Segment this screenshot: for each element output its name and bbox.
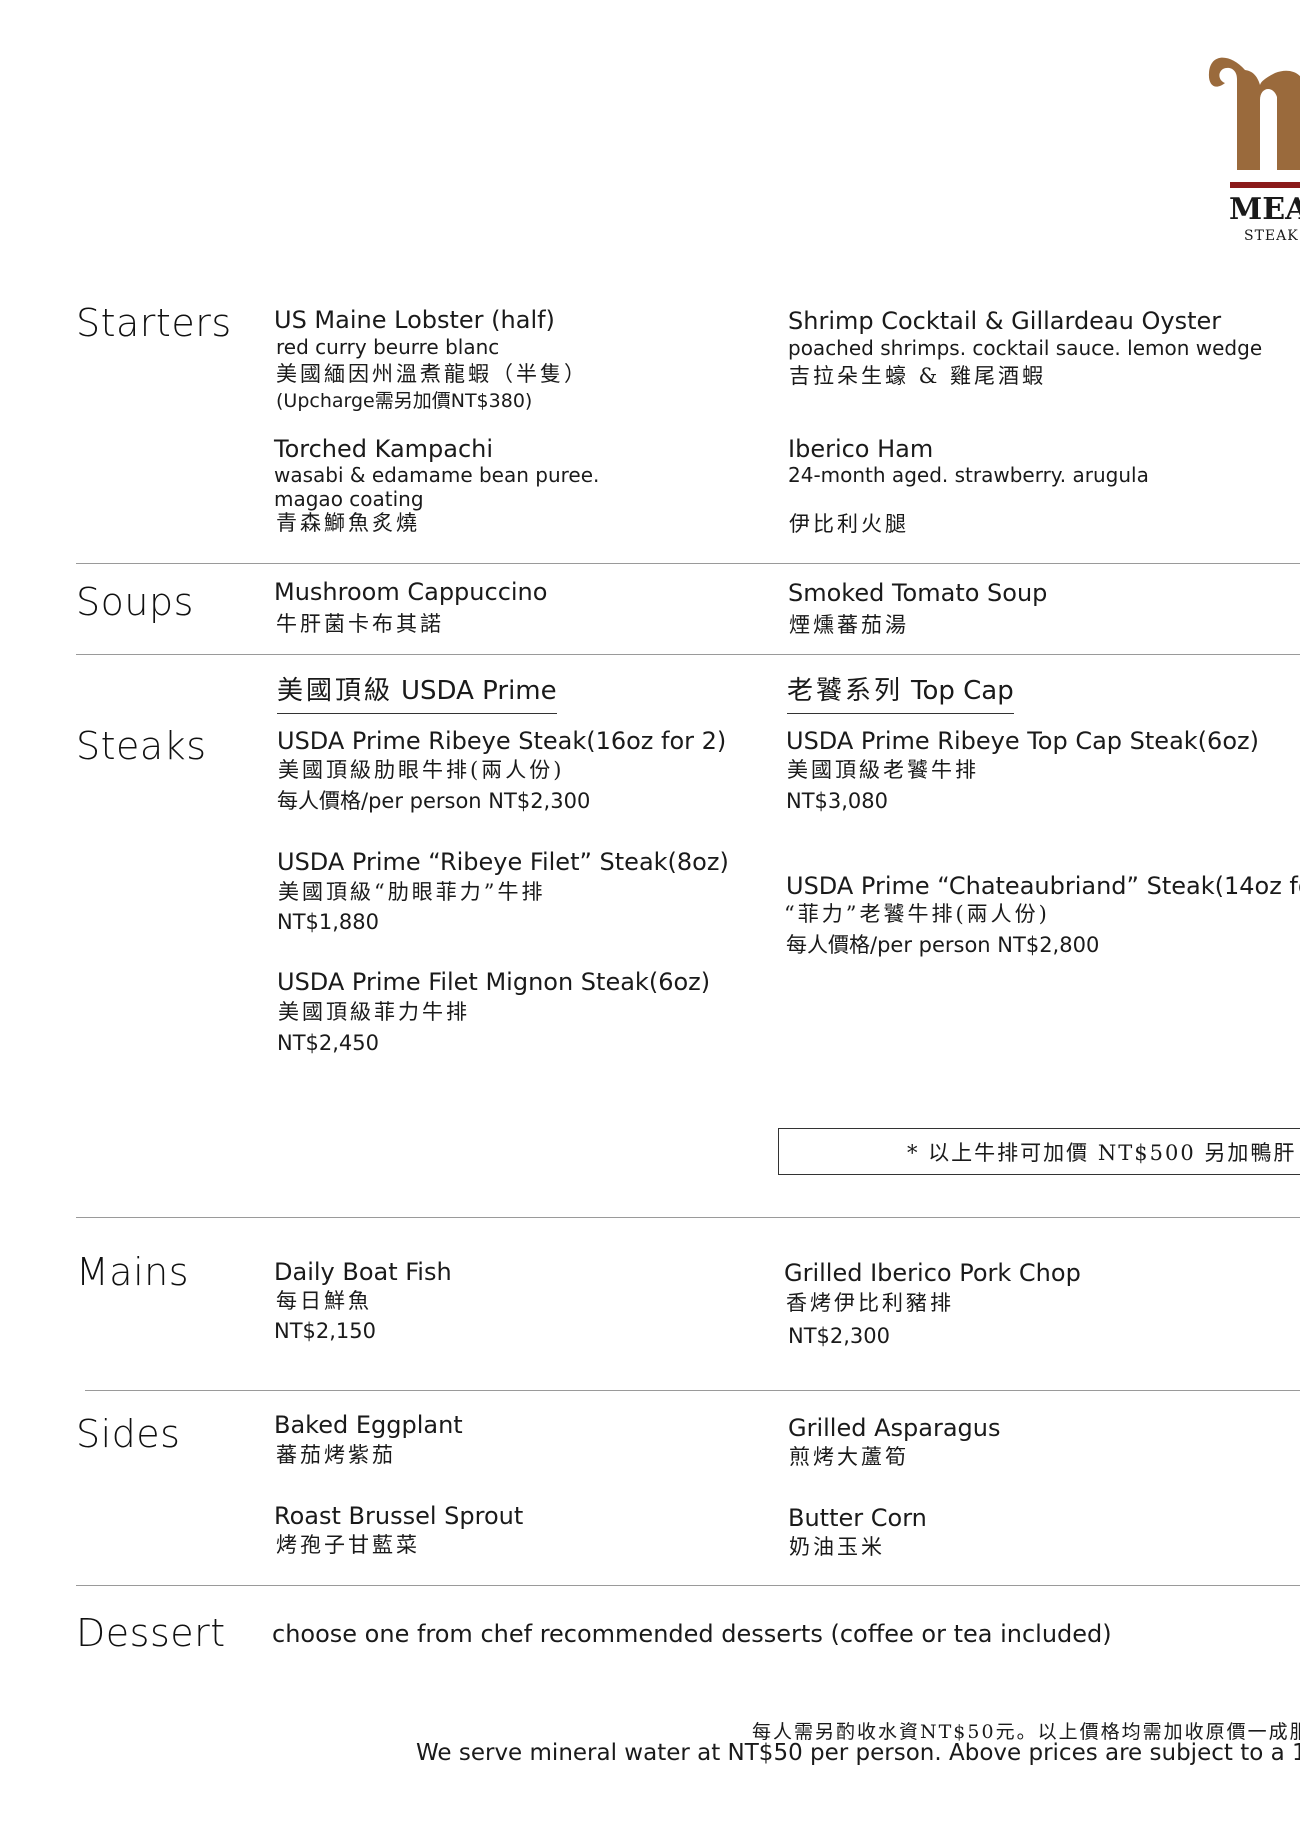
item-cn: 煎烤大蘆筍	[789, 1445, 909, 1469]
item-desc: red curry beurre blanc	[276, 335, 500, 359]
item-name: Mushroom Cappuccino	[274, 578, 548, 606]
item-name: US Maine Lobster (half)	[274, 306, 555, 334]
item-name: Iberico Ham	[788, 435, 934, 463]
item-name: USDA Prime “Chateaubriand” Steak(14oz fo…	[786, 872, 1300, 900]
divider	[76, 654, 1300, 655]
item-upcharge: (Upcharge需另加價NT$380)	[276, 390, 533, 412]
item-name: Butter Corn	[788, 1504, 927, 1532]
item-cn: 美國頂級肋眼牛排(兩人份)	[278, 758, 565, 782]
steak-addon-note: * 以上牛排可加價 NT$500 另加鴨肝 (	[907, 1141, 1300, 1165]
steak-addon-note-box: * 以上牛排可加價 NT$500 另加鴨肝 (	[778, 1128, 1300, 1175]
logo-subtext: STEAK	[1244, 228, 1299, 244]
section-title-starters: Starters	[76, 301, 232, 345]
item-cn: 美國頂級菲力牛排	[278, 1000, 470, 1024]
item-name: Shrimp Cocktail & Gillardeau Oyster	[788, 307, 1222, 335]
item-cn: 美國頂級“肋眼菲力”牛排	[278, 880, 546, 904]
item-cn: 青森鰤魚炙燒	[276, 511, 420, 535]
item-price: NT$3,080	[786, 789, 889, 813]
item-name: Torched Kampachi	[274, 435, 494, 463]
divider	[76, 563, 1300, 564]
item-price: NT$2,150	[274, 1319, 377, 1343]
item-cn: 牛肝菌卡布其諾	[276, 612, 444, 636]
item-name: Grilled Iberico Pork Chop	[784, 1259, 1081, 1287]
item-cn: 美國頂級老饕牛排	[787, 758, 979, 782]
item-cn: 奶油玉米	[789, 1535, 885, 1559]
item-cn: 吉拉朵生蠔 & 雞尾酒蝦	[789, 364, 1047, 388]
item-cn: 伊比利火腿	[789, 512, 909, 536]
logo-text: MEA	[1229, 192, 1300, 227]
item-name: USDA Prime Ribeye Steak(16oz for 2)	[277, 727, 727, 755]
subheading-cn: 美國頂級	[277, 676, 394, 706]
item-price: 每人價格/per person NT$2,300	[277, 789, 591, 813]
footer-note-en: We serve mineral water at NT$50 per pers…	[416, 1740, 1300, 1766]
item-desc: wasabi & edamame bean puree.	[274, 463, 600, 487]
item-cn: 烤孢子甘藍菜	[276, 1533, 420, 1557]
item-name: Baked Eggplant	[274, 1411, 463, 1439]
dessert-text: choose one from chef recommended dessert…	[272, 1620, 1112, 1648]
item-cn: 香烤伊比利豬排	[786, 1291, 954, 1315]
subheading-usda-prime: 美國頂級 USDA Prime	[277, 670, 557, 714]
item-desc: poached shrimps. cocktail sauce. lemon w…	[788, 336, 1263, 360]
section-title-sides: Sides	[76, 1412, 181, 1456]
item-name: Roast Brussel Sprout	[274, 1502, 524, 1530]
section-title-dessert: Dessert	[76, 1611, 226, 1655]
item-name: USDA Prime Filet Mignon Steak(6oz)	[277, 968, 711, 996]
section-title-mains: Mains	[76, 1250, 190, 1294]
item-desc: 24-month aged. strawberry. arugula	[788, 463, 1149, 487]
item-name: Smoked Tomato Soup	[788, 579, 1048, 607]
item-price: NT$2,450	[277, 1031, 380, 1055]
item-price: NT$1,880	[277, 910, 380, 934]
item-name: USDA Prime “Ribeye Filet” Steak(8oz)	[277, 848, 729, 876]
item-name: USDA Prime Ribeye Top Cap Steak(6oz)	[786, 727, 1259, 755]
item-price: NT$2,300	[788, 1324, 891, 1348]
item-price: 每人價格/per person NT$2,800	[786, 933, 1100, 957]
section-title-steaks: Steaks	[76, 724, 207, 768]
divider	[85, 1390, 1300, 1391]
subheading-en: USDA Prime	[401, 676, 557, 706]
item-desc: magao coating	[274, 487, 424, 511]
divider	[76, 1217, 1300, 1218]
brand-logo-icon	[1208, 57, 1300, 170]
subheading-en: Top Cap	[911, 676, 1014, 706]
section-title-soups: Soups	[76, 580, 194, 624]
subheading-top-cap: 老饕系列 Top Cap	[787, 670, 1014, 714]
item-cn: 蕃茄烤紫茄	[276, 1443, 396, 1467]
item-name: Grilled Asparagus	[788, 1414, 1001, 1442]
subheading-cn: 老饕系列	[787, 676, 904, 706]
divider	[76, 1585, 1300, 1586]
item-cn: 煙燻蕃茄湯	[789, 613, 909, 637]
item-cn: “菲力”老饕牛排(兩人份)	[784, 902, 1050, 926]
logo-rule	[1230, 182, 1300, 188]
item-cn: 美國緬因州溫煮龍蝦（半隻）	[276, 362, 588, 386]
item-cn: 每日鮮魚	[276, 1289, 372, 1313]
item-name: Daily Boat Fish	[274, 1258, 452, 1286]
